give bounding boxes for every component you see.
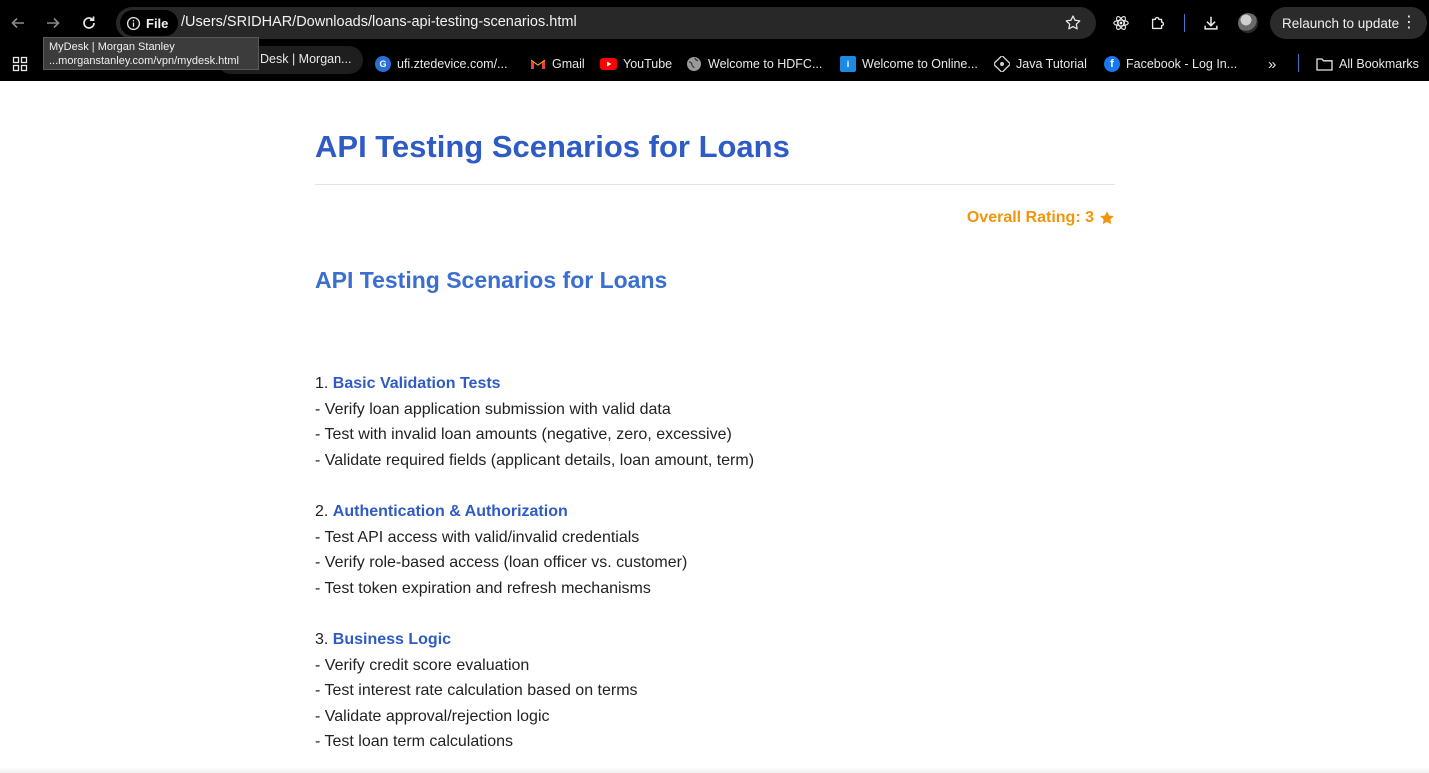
page-title: API Testing Scenarios for Loans [315, 129, 790, 164]
list-item: - Validate approval/rejection logic [315, 707, 550, 725]
list-item: - Verify credit score evaluation [315, 656, 530, 674]
file-label: File [146, 15, 169, 31]
forward-arrow-icon [47, 17, 60, 29]
folder-icon [1316, 58, 1333, 71]
apps-grid-icon [12, 56, 28, 72]
zte-icon: G [375, 56, 391, 72]
info-icon [126, 16, 141, 30]
section-number: 2. [315, 503, 329, 520]
bookmark-tooltip: MyDesk | Morgan Stanley ...morganstanley… [43, 37, 259, 70]
chevron-double-right-icon: » [1268, 55, 1277, 73]
bookmark-label: YouTube [623, 57, 673, 71]
scenario-section-3: 3. Business Logic - Verify credit score … [315, 627, 638, 755]
bookmark-label: Welcome to Online... [862, 57, 978, 71]
title-divider [315, 184, 1115, 185]
list-item: - Verify loan application submission wit… [315, 400, 671, 418]
list-item: - Test token expiration and refresh mech… [315, 579, 651, 597]
downloads-button[interactable] [1200, 12, 1222, 34]
bookmark-label: Desk | Morgan... [260, 52, 352, 66]
bookmark-hdfc[interactable]: Welcome to HDFC... [686, 53, 822, 75]
list-item: - Verify role-based access (loan officer… [315, 554, 688, 572]
facebook-icon: f [1104, 56, 1120, 72]
bookmark-label: ufi.ztedevice.com/... [397, 57, 508, 71]
list-item: - Test API access with valid/invalid cre… [315, 528, 640, 546]
react-icon [1113, 16, 1129, 30]
more-menu-icon[interactable]: ⋮ [1401, 15, 1417, 31]
toolbar-divider [1184, 14, 1185, 32]
list-item: - Validate required fields (applicant de… [315, 451, 755, 469]
tooltip-title: MyDesk | Morgan Stanley [49, 41, 175, 53]
extensions-button[interactable] [1147, 12, 1169, 34]
apps-button[interactable] [12, 53, 28, 75]
java-icon [994, 56, 1010, 72]
reload-button[interactable] [77, 11, 101, 35]
puzzle-icon [1151, 16, 1165, 30]
bookmark-label: Facebook - Log In... [1126, 57, 1238, 71]
address-bar[interactable]: File /Users/SRIDHAR/Downloads/loans-api-… [116, 7, 1096, 39]
bookmark-star-button[interactable] [1064, 14, 1082, 32]
star-filled-icon [1100, 211, 1114, 225]
back-button[interactable] [6, 11, 30, 35]
section-title: Business Logic [332, 631, 452, 648]
list-item: - Test loan term calculations [315, 733, 514, 751]
rating-label: Overall Rating: 3 [966, 209, 1094, 226]
reload-icon [83, 16, 95, 29]
relaunch-label: Relaunch to update [1282, 15, 1400, 31]
overall-rating: Overall Rating: 3 [967, 209, 1115, 227]
relaunch-button[interactable]: Relaunch to update ⋮ [1270, 7, 1427, 39]
scenario-section-2: 2. Authentication & Authorization - Test… [315, 499, 687, 601]
bookmark-facebook[interactable]: f Facebook - Log In... [1104, 53, 1237, 75]
scenario-section-1: 1. Basic Validation Tests - Verify loan … [315, 371, 754, 473]
list-item: - Test interest rate calculation based o… [315, 682, 638, 700]
profile-avatar[interactable] [1238, 13, 1258, 33]
url-text[interactable]: /Users/SRIDHAR/Downloads/loans-api-testi… [181, 14, 577, 30]
bottom-edge-shadow [0, 767, 1429, 773]
bookmarks-overflow-button[interactable]: » [1268, 53, 1276, 75]
gmail-icon [530, 59, 546, 69]
bookmark-online[interactable]: i Welcome to Online... [840, 53, 978, 75]
tooltip-url: ...morganstanley.com/vpn/mydesk.html [49, 55, 239, 67]
back-arrow-icon [11, 17, 24, 29]
site-info-chip[interactable]: File [120, 10, 179, 36]
youtube-icon [600, 58, 617, 70]
section-heading: API Testing Scenarios for Loans [315, 267, 668, 293]
all-bookmarks-label: All Bookmarks [1339, 57, 1419, 71]
react-devtools-button[interactable] [1110, 12, 1132, 34]
bookmark-gmail[interactable]: Gmail [530, 53, 585, 75]
bookmark-zte[interactable]: G ufi.ztedevice.com/... [375, 53, 507, 75]
all-bookmarks-button[interactable]: All Bookmarks [1316, 53, 1419, 75]
star-outline-icon [1065, 15, 1081, 30]
forward-button[interactable] [41, 11, 65, 35]
bookmark-youtube[interactable]: YouTube [600, 53, 672, 75]
section-number: 3. [315, 631, 329, 648]
online-icon: i [840, 56, 856, 72]
bookmark-label: Gmail [552, 57, 585, 71]
section-number: 1. [315, 375, 329, 392]
bookmarks-divider [1298, 54, 1299, 72]
globe-icon [687, 57, 701, 71]
download-icon [1204, 16, 1218, 30]
section-title: Basic Validation Tests [332, 375, 501, 392]
section-title: Authentication & Authorization [332, 503, 568, 520]
bookmark-label: Java Tutorial [1016, 57, 1087, 71]
list-item: - Test with invalid loan amounts (negati… [315, 426, 732, 444]
bookmark-label: Welcome to HDFC... [708, 57, 823, 71]
bookmark-java[interactable]: Java Tutorial [994, 53, 1087, 75]
